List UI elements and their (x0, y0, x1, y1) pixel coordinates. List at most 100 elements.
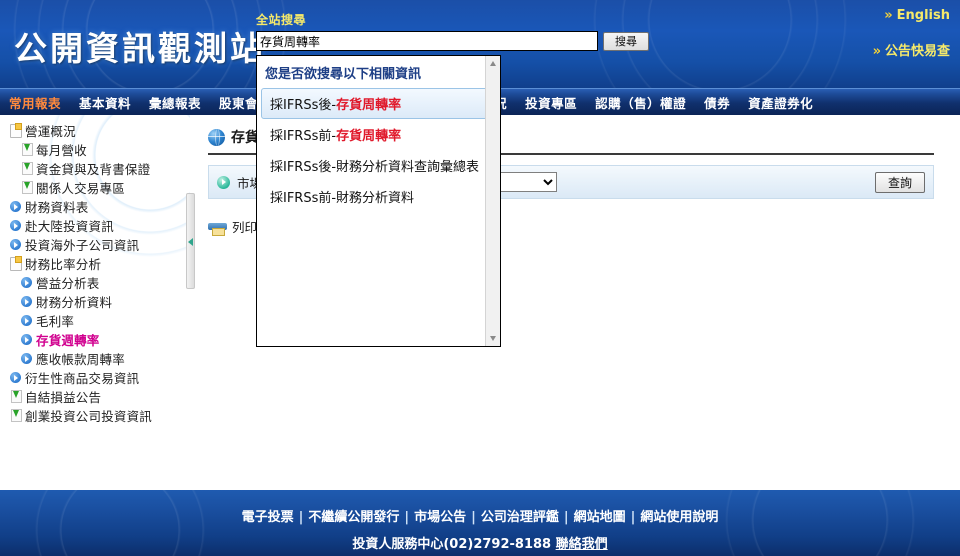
suggestion-highlight: 存貨周轉率 (336, 98, 402, 113)
folder-icon (8, 256, 23, 271)
green-arrow-icon (19, 142, 34, 157)
site-footer: 電子投票 | 不繼續公開發行 | 市場公告 | 公司治理評鑑 | 網站地圖 | 網站使用說明 投資人… (0, 490, 960, 556)
search-button[interactable]: 搜尋 (603, 32, 649, 51)
footer-contact-text: 投資人服務中心(02)2792-8188 (352, 537, 552, 552)
suggestion-item-1[interactable]: 採IFRSs前-存貨周轉率 (261, 119, 496, 150)
blue-arrow-icon (8, 237, 23, 252)
sidebar-item-label: 衍生性商品交易資訊 (25, 371, 140, 386)
blue-arrow-icon (19, 294, 34, 309)
announcement-quick-search-link[interactable]: » 公告快易查 (873, 40, 950, 59)
sidebar-item-11[interactable]: 存貨週轉率 (4, 330, 190, 349)
suggestions-list: 採IFRSs後-存貨周轉率 採IFRSs前-存貨周轉率 採IFRSs後-財務分析資料… (257, 88, 500, 212)
nav-item-8[interactable]: 認購（售）權證 (586, 93, 695, 112)
sidebar-item-5[interactable]: 赴大陸投資資訊 (4, 216, 190, 235)
blue-arrow-icon (8, 370, 23, 385)
footer-separator: | (404, 510, 410, 525)
blue-arrow-icon (19, 351, 34, 366)
sidebar-item-13[interactable]: 衍生性商品交易資訊 (4, 368, 190, 387)
sidebar-item-12[interactable]: 應收帳款周轉率 (4, 349, 190, 368)
suggestion-item-2[interactable]: 採IFRSs後-財務分析資料查詢彙總表 (261, 150, 496, 181)
english-link-label: English (896, 8, 950, 23)
suggestion-prefix: 採IFRSs前-財務分析資料 (270, 191, 415, 206)
query-button[interactable]: 查詢 (875, 172, 925, 193)
nav-item-9[interactable]: 債券 (695, 93, 739, 112)
footer-separator: | (471, 510, 476, 525)
sidebar-item-4[interactable]: 財務資料表 (4, 197, 190, 216)
blue-arrow-icon (19, 332, 34, 347)
sidebar-item-14[interactable]: 自結損益公告 (4, 387, 190, 406)
print-label[interactable]: 列印 (232, 217, 257, 236)
blue-arrow-icon (8, 218, 23, 233)
blue-arrow-icon (8, 199, 23, 214)
search-input[interactable] (256, 31, 598, 51)
nav-item-0[interactable]: 常用報表 (0, 93, 70, 112)
scroll-down-icon[interactable] (486, 331, 500, 346)
sidebar-item-label: 毛利率 (36, 314, 75, 329)
footer-links: 電子投票 | 不繼續公開發行 | 市場公告 | 公司治理評鑑 | 網站地圖 | 網站使用說明 (0, 490, 960, 525)
sidebar-item-15[interactable]: 創業投資公司投資資訊 (4, 406, 190, 425)
footer-link-5[interactable]: 網站使用說明 (640, 510, 718, 525)
folder-icon (8, 123, 23, 138)
sidebar-item-label: 關係人交易專區 (36, 181, 125, 196)
sidebar-item-label: 財務資料表 (25, 200, 89, 215)
nav-item-1[interactable]: 基本資料 (70, 93, 140, 112)
suggestions-scrollbar[interactable] (485, 56, 500, 346)
sidebar-item-label: 應收帳款周轉率 (36, 352, 125, 367)
chevron-right-icon: » (884, 8, 893, 23)
footer-link-1[interactable]: 不繼續公開發行 (308, 510, 399, 525)
suggestion-prefix: 採IFRSs後-財務分析資料查詢彙總表 (270, 160, 480, 175)
footer-link-3[interactable]: 公司治理評鑑 (481, 510, 559, 525)
sidebar-item-2[interactable]: 資金貸與及背書保證 (4, 159, 190, 178)
sidebar-item-label: 投資海外子公司資訊 (25, 238, 140, 253)
contact-us-link[interactable]: 聯絡我們 (556, 537, 608, 552)
green-arrow-icon (19, 161, 34, 176)
sidebar-item-9[interactable]: 財務分析資料 (4, 292, 190, 311)
sidebar-item-label: 營益分析表 (36, 276, 100, 291)
search-suggestions-dropdown: 您是否欲搜尋以下相關資訊 採IFRSs後-存貨周轉率 採IFRSs前-存貨周轉率採… (256, 55, 501, 347)
nav-item-10[interactable]: 資產證券化 (739, 93, 822, 112)
sidebar-item-label: 自結損益公告 (25, 390, 102, 405)
footer-link-4[interactable]: 網站地圖 (574, 510, 626, 525)
suggestion-item-0[interactable]: 採IFRSs後-存貨周轉率 (261, 88, 496, 119)
sidebar-item-3[interactable]: 關係人交易專區 (4, 178, 190, 197)
globe-icon (208, 128, 225, 146)
sidebar-item-label: 每月營收 (36, 143, 87, 158)
footer-separator: | (298, 510, 304, 525)
sidebar: 營運概況每月營收 資金貸與及背書保證關係人交易專區財務資料表赴大陸投資資訊投資海外… (0, 115, 190, 490)
suggestion-item-3[interactable]: 採IFRSs前-財務分析資料 (261, 181, 496, 212)
sidebar-item-1[interactable]: 每月營收 (4, 140, 190, 159)
footer-contact: 投資人服務中心(02)2792-8188 聯絡我們 (0, 525, 960, 552)
sidebar-tree: 營運概況每月營收 資金貸與及背書保證關係人交易專區財務資料表赴大陸投資資訊投資海外… (0, 115, 190, 425)
sidebar-item-label: 財務分析資料 (36, 295, 113, 310)
suggestion-prefix: 採IFRSs後- (270, 98, 337, 113)
suggestions-heading: 您是否欲搜尋以下相關資訊 (265, 67, 422, 82)
sidebar-item-7[interactable]: 財務比率分析 (4, 254, 190, 273)
sidebar-item-label: 存貨週轉率 (36, 333, 100, 348)
footer-separator: | (563, 510, 569, 525)
search-label: 全站搜尋 (256, 13, 307, 27)
sidebar-collapse-handle[interactable] (186, 193, 195, 289)
sidebar-item-label: 赴大陸投資資訊 (25, 219, 114, 234)
chevron-right-icon-2: » (872, 44, 881, 59)
english-link[interactable]: » English (884, 8, 950, 23)
site-logo[interactable]: 公開資訊觀測站 (14, 22, 266, 70)
blue-arrow-icon (19, 275, 34, 290)
sidebar-item-label: 創業投資公司投資資訊 (25, 409, 153, 424)
footer-link-0[interactable]: 電子投票 (242, 510, 294, 525)
scroll-up-icon[interactable] (486, 56, 500, 71)
sidebar-item-0[interactable]: 營運概況 (4, 121, 190, 140)
green-arrow-icon (8, 389, 23, 404)
green-arrow-icon (8, 408, 23, 423)
footer-separator: | (630, 510, 636, 525)
sidebar-item-6[interactable]: 投資海外子公司資訊 (4, 235, 190, 254)
sidebar-item-10[interactable]: 毛利率 (4, 311, 190, 330)
footer-link-2[interactable]: 市場公告 (414, 510, 466, 525)
market-bullet-icon (217, 175, 230, 189)
nav-item-2[interactable]: 彙總報表 (140, 93, 210, 112)
sidebar-item-label: 財務比率分析 (25, 257, 102, 272)
sidebar-item-8[interactable]: 營益分析表 (4, 273, 190, 292)
suggestion-prefix: 採IFRSs前- (270, 129, 337, 144)
printer-icon (208, 219, 227, 236)
sidebar-item-label: 營運概況 (25, 124, 76, 139)
nav-item-7[interactable]: 投資專區 (516, 93, 586, 112)
